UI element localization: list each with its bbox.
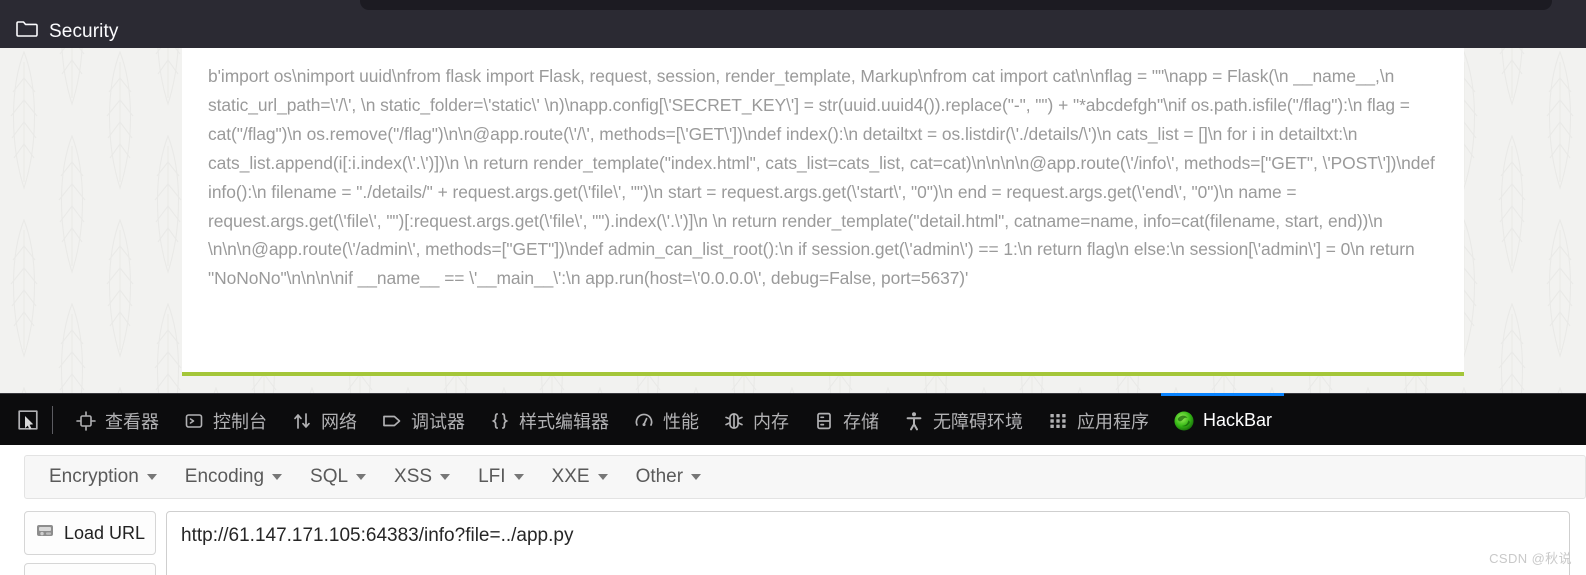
devtools-tab-memory[interactable]: 内存 (711, 393, 801, 445)
page-title: Security (49, 21, 119, 42)
chevron-down-icon (513, 474, 524, 480)
devtools-tab-label: 无障碍环境 (933, 411, 1023, 432)
firefox-addon-icon (1173, 410, 1195, 432)
storage-icon (813, 410, 835, 432)
devtools-tab-debugger[interactable]: 调试器 (369, 393, 477, 445)
menu-label: Encryption (49, 466, 139, 487)
menu-label: Other (635, 466, 684, 487)
source-code-dump: b'import os\nimport uuid\nfrom flask imp… (208, 66, 1435, 289)
chevron-down-icon (597, 474, 608, 480)
console-icon (183, 410, 205, 432)
load-url-label: Load URL (63, 522, 146, 543)
folder-icon (16, 20, 38, 44)
hackbar-menubar: Encryption Encoding SQL XSS LFI XXE Othe… (24, 455, 1586, 499)
debugger-icon (381, 410, 403, 432)
devtools-tab-label: 应用程序 (1077, 411, 1149, 432)
menu-label: LFI (478, 466, 506, 487)
hackbar-button-column: Load URL (24, 511, 156, 575)
response-content-card: b'import os\nimport uuid\nfrom flask imp… (182, 48, 1464, 376)
chevron-down-icon (691, 474, 702, 480)
chevron-down-icon (440, 474, 451, 480)
devtools-tab-network[interactable]: 网络 (279, 393, 369, 445)
devtools-tab-label: 查看器 (105, 411, 159, 432)
performance-icon (633, 410, 655, 432)
menu-label: Encoding (184, 466, 265, 487)
inspector-icon (75, 410, 97, 432)
hackbar-menu-xss[interactable]: XSS (380, 462, 464, 492)
devtools-tab-label: 存储 (843, 411, 879, 432)
menu-label: SQL (310, 466, 349, 487)
devtools-tab-storage[interactable]: 存储 (801, 393, 891, 445)
load-url-button[interactable]: Load URL (24, 511, 156, 555)
devtools-tab-hackbar[interactable]: HackBar (1161, 393, 1285, 445)
memory-icon (723, 410, 745, 432)
hackbar-menu-other[interactable]: Other (622, 462, 716, 492)
hackbar-url-row: Load URL http://61.147.171.105:64383/inf… (24, 511, 1570, 575)
devtools-tab-application[interactable]: 应用程序 (1035, 393, 1161, 445)
devtools-tab-console[interactable]: 控制台 (171, 393, 279, 445)
devtools-tab-label: 性能 (663, 411, 699, 432)
page-content-area: b'import os\nimport uuid\nfrom flask imp… (0, 48, 1586, 393)
devtools-tab-accessibility[interactable]: 无障碍环境 (891, 393, 1035, 445)
chevron-down-icon (146, 474, 157, 480)
hackbar-menu-lfi[interactable]: LFI (464, 462, 537, 492)
active-tab-shape[interactable] (360, 0, 1552, 10)
app-root: Security b'import os\nimport uuid\nfrom … (0, 0, 1586, 575)
network-icon (291, 410, 313, 432)
hackbar-menu-xxe[interactable]: XXE (538, 462, 622, 492)
chevron-down-icon (356, 474, 367, 480)
devtools-tab-label: 调试器 (411, 411, 465, 432)
devtools-tab-performance[interactable]: 性能 (621, 393, 711, 445)
load-url-icon (35, 521, 57, 546)
style-editor-icon (489, 410, 511, 432)
devtools-tab-inspector[interactable]: 查看器 (63, 393, 171, 445)
menu-label: XSS (394, 466, 433, 487)
devtools-tab-style-editor[interactable]: 样式编辑器 (477, 393, 621, 445)
hackbar-menu-encryption[interactable]: Encryption (35, 462, 171, 492)
devtools-tab-label: 内存 (753, 411, 789, 432)
devtools-tab-label: 网络 (321, 411, 357, 432)
browser-chrome: Security (0, 0, 1586, 48)
element-picker-icon[interactable] (8, 400, 48, 440)
watermark: CSDN @秋说 (1489, 551, 1572, 566)
accessibility-icon (903, 410, 925, 432)
hackbar-menu-encoding[interactable]: Encoding (171, 462, 296, 492)
menu-label: XXE (551, 466, 590, 487)
devtools-tab-label: HackBar (1203, 410, 1273, 430)
hackbar-panel: Encryption Encoding SQL XSS LFI XXE Othe… (0, 445, 1586, 575)
devtools-toolbar: 查看器 控制台 网络 调试器 样式编辑器 性能 内存 存储 无障碍环境 应用程序… (0, 393, 1586, 445)
page-title-bar: Security (16, 20, 118, 44)
url-input[interactable]: http://61.147.171.105:64383/info?file=..… (166, 511, 1570, 575)
toolbar-divider (52, 405, 53, 434)
application-icon (1047, 410, 1069, 432)
devtools-tab-label: 样式编辑器 (519, 411, 609, 432)
hackbar-secondary-button[interactable] (24, 563, 156, 575)
hackbar-menu-sql[interactable]: SQL (296, 462, 380, 492)
chevron-down-icon (272, 474, 283, 480)
devtools-tab-label: 控制台 (213, 411, 267, 432)
